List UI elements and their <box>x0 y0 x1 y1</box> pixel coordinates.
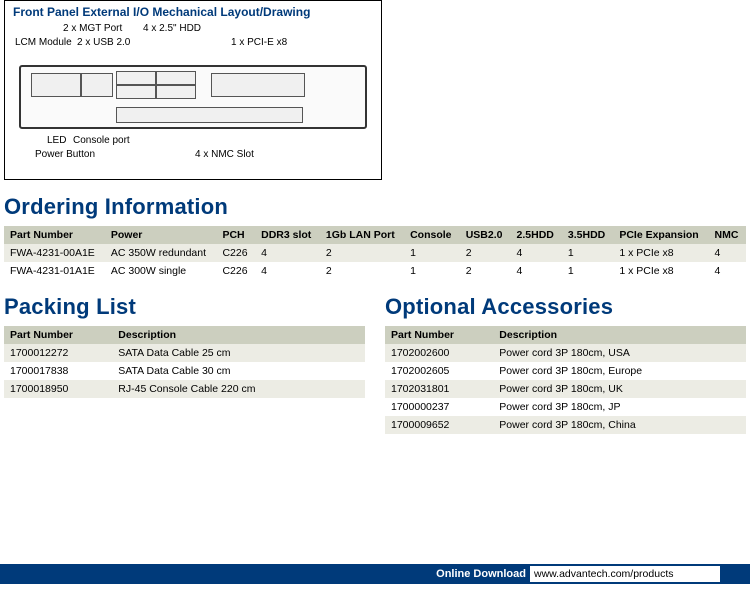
table-row: 1700018950RJ-45 Console Cable 220 cm <box>4 380 365 398</box>
accessories-table: Part Number Description 1702002600Power … <box>385 326 746 434</box>
th-console: Console <box>404 226 460 244</box>
slot-nmc <box>116 107 303 123</box>
table-cell: 1 <box>404 262 460 280</box>
ordering-table: Part Number Power PCH DDR3 slot 1Gb LAN … <box>4 226 746 280</box>
download-url: www.advantech.com/products <box>530 566 720 582</box>
slot-pcie <box>211 73 305 97</box>
label-mgt-port: 2 x MGT Port <box>63 23 122 34</box>
table-cell: 4 <box>708 262 746 280</box>
table-cell: 1 <box>562 244 613 262</box>
table-cell: 1702002605 <box>385 362 493 380</box>
table-cell: 2 <box>320 262 404 280</box>
label-hdd: 4 x 2.5" HDD <box>143 23 201 34</box>
th-nmc: NMC <box>708 226 746 244</box>
table-row: 1700012272SATA Data Cable 25 cm <box>4 344 365 362</box>
th-35hdd: 3.5HDD <box>562 226 613 244</box>
table-cell: 4 <box>255 262 320 280</box>
packing-table: Part Number Description 1700012272SATA D… <box>4 326 365 398</box>
table-row: 1702002605Power cord 3P 180cm, Europe <box>385 362 746 380</box>
table-cell: 1700009652 <box>385 416 493 434</box>
table-cell: 1 x PCIe x8 <box>613 244 708 262</box>
table-cell: SATA Data Cable 30 cm <box>112 362 365 380</box>
table-cell: Power cord 3P 180cm, Europe <box>493 362 746 380</box>
th-pch: PCH <box>216 226 255 244</box>
table-cell: 4 <box>511 262 562 280</box>
th-partnumber: Part Number <box>4 226 105 244</box>
table-cell: 1700017838 <box>4 362 112 380</box>
table-row: FWA-4231-00A1EAC 350W redundantC22642124… <box>4 244 746 262</box>
table-row: 1700017838SATA Data Cable 30 cm <box>4 362 365 380</box>
table-row: FWA-4231-01A1EAC 300W singleC2264212411 … <box>4 262 746 280</box>
table-cell: Power cord 3P 180cm, China <box>493 416 746 434</box>
table-cell: 1700012272 <box>4 344 112 362</box>
th-25hdd: 2.5HDD <box>511 226 562 244</box>
drawing-labels-top: 2 x MGT Port 4 x 2.5" HDD LCM Module 2 x… <box>13 23 373 63</box>
th-ddr3: DDR3 slot <box>255 226 320 244</box>
footer-bar: Online Download www.advantech.com/produc… <box>0 564 750 584</box>
slot-hdd <box>156 71 196 85</box>
table-row: 1702031801Power cord 3P 180cm, UK <box>385 380 746 398</box>
ordering-title: Ordering Information <box>4 194 746 220</box>
drawing-labels-bottom: LED Console port Power Button 4 x NMC Sl… <box>13 131 373 171</box>
table-cell: 2 <box>460 244 511 262</box>
table-cell: 4 <box>708 244 746 262</box>
download-label: Online Download <box>436 564 532 584</box>
label-pcie: 1 x PCI-E x8 <box>231 37 287 48</box>
slot-hdd <box>156 85 196 99</box>
table-cell: 2 <box>320 244 404 262</box>
table-cell: Power cord 3P 180cm, USA <box>493 344 746 362</box>
th-partnumber: Part Number <box>4 326 112 344</box>
table-cell: Power cord 3P 180cm, UK <box>493 380 746 398</box>
table-cell: 1702002600 <box>385 344 493 362</box>
label-usb: 2 x USB 2.0 <box>77 37 130 48</box>
label-console: Console port <box>73 135 130 146</box>
table-cell: C226 <box>216 244 255 262</box>
table-cell: 4 <box>255 244 320 262</box>
th-lan: 1Gb LAN Port <box>320 226 404 244</box>
chassis-diagram <box>19 65 367 129</box>
label-nmc: 4 x NMC Slot <box>195 149 254 160</box>
th-desc: Description <box>112 326 365 344</box>
th-partnumber: Part Number <box>385 326 493 344</box>
table-row: 1700009652Power cord 3P 180cm, China <box>385 416 746 434</box>
slot-lcm <box>31 73 81 97</box>
table-cell: 2 <box>460 262 511 280</box>
table-cell: Power cord 3P 180cm, JP <box>493 398 746 416</box>
table-cell: 1700018950 <box>4 380 112 398</box>
table-cell: 1 <box>562 262 613 280</box>
th-power: Power <box>105 226 217 244</box>
label-lcm: LCM Module <box>15 37 72 48</box>
table-cell: AC 350W redundant <box>105 244 217 262</box>
table-row: 1702002600Power cord 3P 180cm, USA <box>385 344 746 362</box>
accessories-title: Optional Accessories <box>385 294 746 320</box>
table-cell: FWA-4231-00A1E <box>4 244 105 262</box>
table-cell: 4 <box>511 244 562 262</box>
table-cell: SATA Data Cable 25 cm <box>112 344 365 362</box>
th-pcie: PCIe Expansion <box>613 226 708 244</box>
table-cell: 1700000237 <box>385 398 493 416</box>
table-row: 1700000237Power cord 3P 180cm, JP <box>385 398 746 416</box>
th-usb: USB2.0 <box>460 226 511 244</box>
packing-title: Packing List <box>4 294 365 320</box>
table-cell: FWA-4231-01A1E <box>4 262 105 280</box>
table-cell: 1 x PCIe x8 <box>613 262 708 280</box>
drawing-panel: Front Panel External I/O Mechanical Layo… <box>4 0 382 180</box>
drawing-title: Front Panel External I/O Mechanical Layo… <box>13 5 373 19</box>
table-cell: C226 <box>216 262 255 280</box>
slot-hdd <box>116 85 156 99</box>
table-cell: 1702031801 <box>385 380 493 398</box>
label-led: LED <box>47 135 66 146</box>
label-power: Power Button <box>35 149 95 160</box>
slot-usb <box>81 73 113 97</box>
th-desc: Description <box>493 326 746 344</box>
table-cell: AC 300W single <box>105 262 217 280</box>
table-cell: RJ-45 Console Cable 220 cm <box>112 380 365 398</box>
table-cell: 1 <box>404 244 460 262</box>
slot-hdd <box>116 71 156 85</box>
